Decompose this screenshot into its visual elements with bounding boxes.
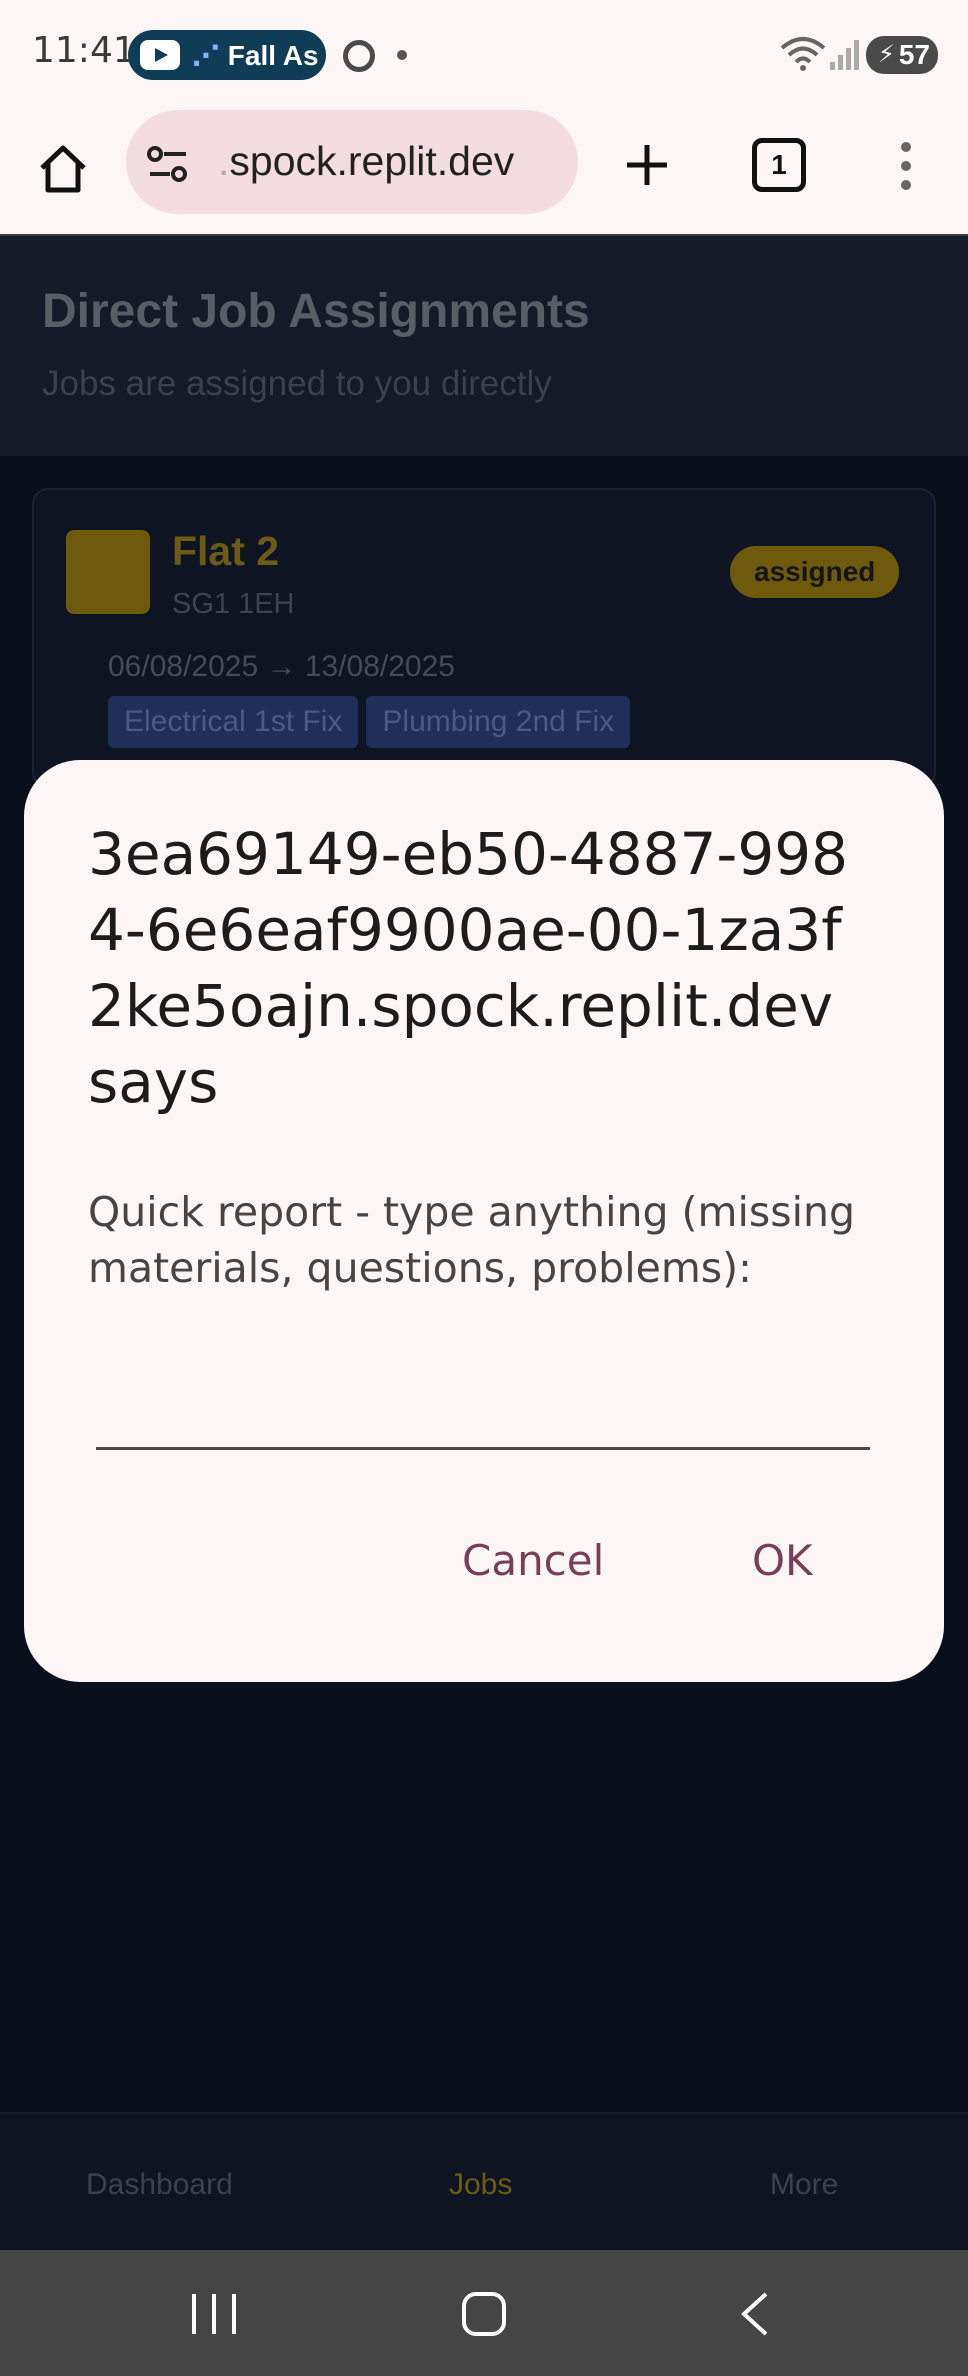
battery-indicator: ⚡ 57 — [866, 36, 938, 74]
job-dates: 06/08/2025 → 13/08/2025 — [108, 650, 455, 683]
recent-apps-button[interactable] — [192, 2294, 236, 2334]
charging-bolt-icon: ⚡ — [878, 41, 895, 68]
job-tags: Electrical 1st Fix Plumbing 2nd Fix — [108, 696, 631, 748]
job-tag: Electrical 1st Fix — [108, 696, 359, 748]
job-title: Flat 2 — [172, 528, 280, 574]
notification-ring-icon — [343, 40, 375, 72]
page-title: Direct Job Assignments — [42, 285, 590, 338]
job-card[interactable]: Flat 2 SG1 1EH assigned 06/08/2025 → 13/… — [32, 488, 936, 788]
page-header: Direct Job Assignments Jobs are assigned… — [0, 236, 968, 456]
back-icon[interactable] — [734, 2290, 778, 2338]
home-icon — [40, 145, 86, 193]
url-text: .spock.replit.dev — [218, 138, 515, 184]
status-badge: assigned — [730, 546, 900, 598]
wifi-icon — [780, 37, 826, 71]
app-bottom-nav: Dashboard Jobs More — [0, 2112, 968, 2250]
page-subtitle: Jobs are assigned to you directly — [42, 364, 552, 403]
tab-switcher-button[interactable]: 1 — [752, 138, 806, 192]
status-time: 11:41 — [32, 30, 136, 71]
prompt-dialog: 3ea69149-eb50-4887-9984-6e6eaf9900ae-00-… — [24, 760, 944, 1682]
nav-dashboard[interactable]: Dashboard — [86, 2168, 233, 2202]
youtube-icon — [140, 40, 180, 70]
report-input[interactable] — [96, 1344, 870, 1450]
dialog-title: 3ea69149-eb50-4887-9984-6e6eaf9900ae-00-… — [88, 820, 849, 1116]
status-bar: 11:41 ⋰ Fall As ⚡ 57 — [0, 0, 968, 106]
home-button[interactable] — [28, 134, 98, 204]
job-postcode: SG1 1EH — [172, 588, 295, 620]
browser-toolbar: .spock.replit.dev 1 — [0, 106, 968, 236]
job-thumbnail — [66, 530, 150, 614]
signal-icon — [830, 40, 859, 70]
job-tag: Plumbing 2nd Fix — [366, 696, 631, 748]
ok-button[interactable]: OK — [752, 1536, 813, 1585]
nav-jobs[interactable]: Jobs — [449, 2168, 512, 2202]
recent-apps-icon — [192, 2294, 196, 2334]
cancel-button[interactable]: Cancel — [462, 1536, 604, 1585]
overflow-menu-button[interactable] — [886, 136, 926, 196]
new-tab-button[interactable] — [612, 130, 682, 200]
menu-dot-icon — [901, 180, 911, 190]
menu-dot-icon — [901, 142, 911, 152]
recent-apps-icon — [232, 2294, 236, 2334]
recent-apps-icon — [212, 2294, 216, 2334]
dialog-message: Quick report - type anything (missing ma… — [88, 1188, 855, 1292]
nav-more[interactable]: More — [770, 2168, 838, 2202]
media-playback-pill[interactable]: ⋰ Fall As — [128, 30, 326, 80]
address-bar[interactable]: .spock.replit.dev — [126, 110, 578, 214]
site-settings-icon — [147, 146, 187, 182]
system-nav-bar — [0, 2250, 968, 2376]
menu-dot-icon — [901, 161, 911, 171]
sparkle-icon: ⋰ — [192, 39, 220, 71]
media-pill-text: ⋰ Fall As — [192, 39, 319, 71]
system-home-button[interactable] — [462, 2292, 506, 2336]
notification-dot-icon — [397, 50, 407, 60]
plus-icon — [627, 145, 667, 185]
